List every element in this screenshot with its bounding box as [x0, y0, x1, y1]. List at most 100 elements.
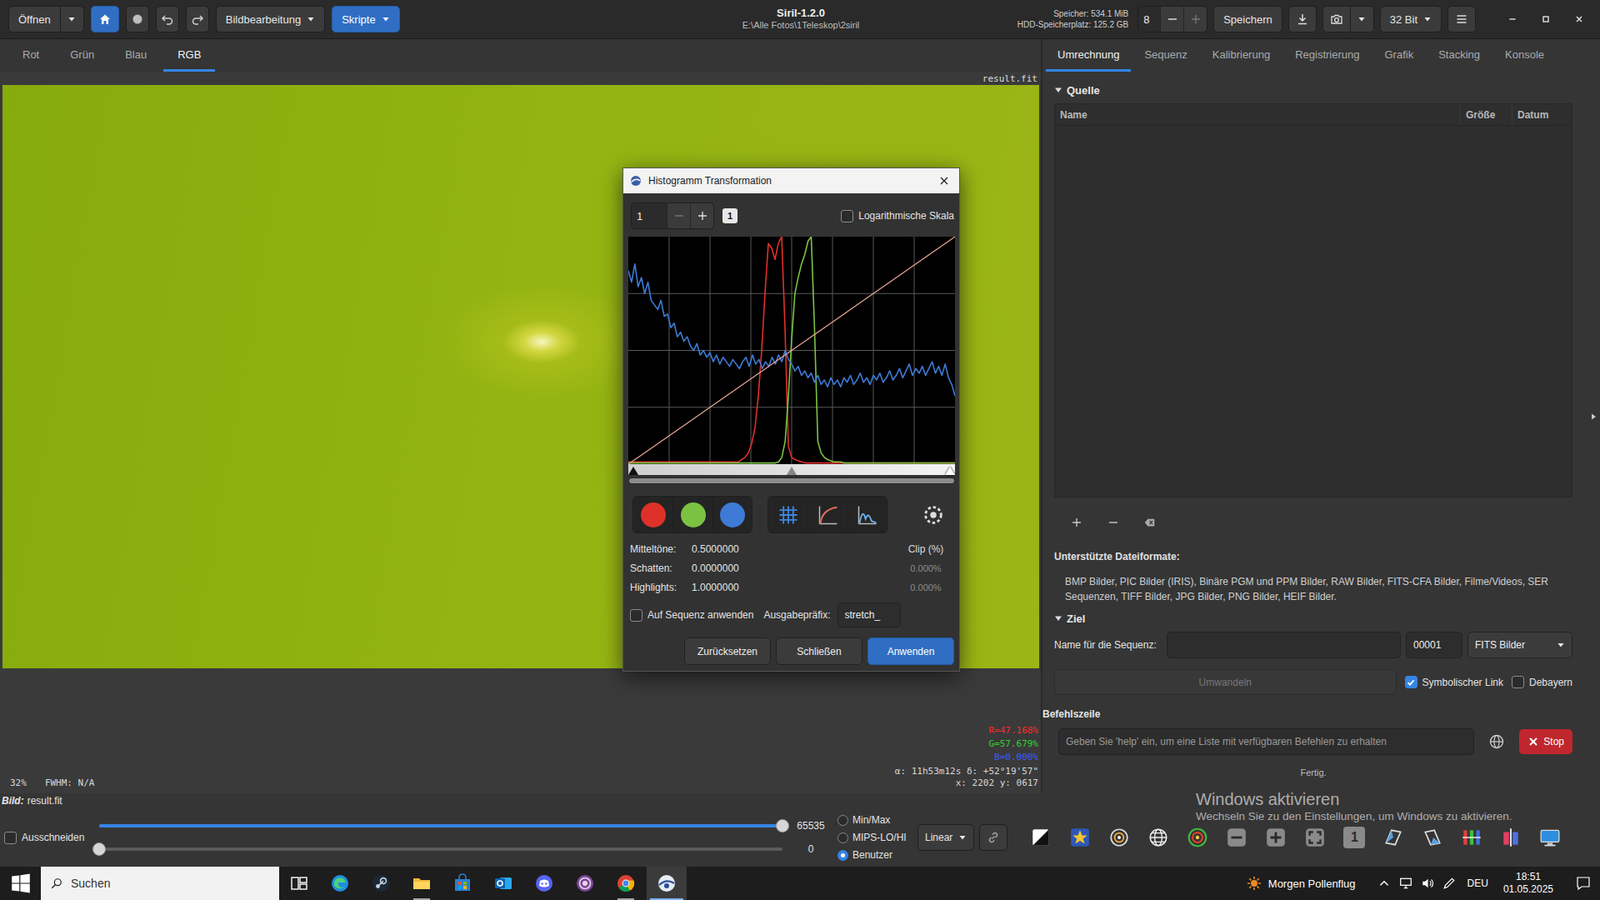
taskbar-search[interactable]: Suchen: [40, 866, 280, 900]
notification-button[interactable]: [1566, 866, 1600, 900]
dialog-button[interactable]: Anwenden: [867, 637, 955, 665]
slider-knob[interactable]: [775, 819, 790, 833]
input-language[interactable]: DEU: [1467, 877, 1489, 890]
zoom-increase-button[interactable]: [690, 203, 714, 229]
dialog-close-button[interactable]: [929, 168, 960, 194]
scale-mode-radio[interactable]: MIPS-LO/HI: [837, 830, 918, 845]
menu-button[interactable]: Bildbearbeitung: [215, 5, 325, 33]
view-tool-button[interactable]: [1417, 822, 1448, 853]
output-format-dropdown[interactable]: FITS Bilder: [1467, 631, 1573, 659]
panel-toggle[interactable]: [1586, 39, 1600, 794]
view-tool-button[interactable]: [1535, 822, 1565, 853]
home-button[interactable]: [90, 5, 120, 33]
view-tool-button[interactable]: [1260, 822, 1291, 853]
dialog-titlebar[interactable]: Histogramm Transformation: [623, 168, 960, 194]
scrollbar-thumb[interactable]: [629, 478, 955, 484]
histogram-toggle[interactable]: [847, 496, 887, 533]
panel-tab[interactable]: Registrierung: [1283, 39, 1371, 72]
view-tool-button[interactable]: [1143, 822, 1174, 853]
channel-toggle[interactable]: [633, 496, 673, 533]
cutoff-slider[interactable]: [99, 847, 783, 851]
midtones-handle[interactable]: [786, 466, 797, 475]
parameter-value[interactable]: 0.5000000: [691, 541, 903, 557]
scale-mode-radio[interactable]: Min/Max: [837, 813, 918, 827]
taskbar-app[interactable]: [279, 866, 320, 900]
channel-tab[interactable]: Grün: [55, 39, 109, 72]
column-header[interactable]: Größe: [1460, 104, 1512, 125]
channel-toggle[interactable]: [672, 496, 712, 533]
scale-dropdown[interactable]: Linear: [917, 824, 975, 851]
panel-tab[interactable]: Kalibrierung: [1200, 39, 1282, 72]
taskbar-app[interactable]: [524, 866, 565, 900]
scale-mode-radio[interactable]: Benutzer: [837, 848, 918, 862]
save-as-button[interactable]: [1288, 5, 1317, 33]
network-icon[interactable]: [1399, 876, 1413, 890]
taskbar-app[interactable]: [320, 866, 360, 900]
view-tool-button[interactable]: [1065, 822, 1095, 853]
pen-icon[interactable]: [1442, 876, 1456, 890]
chart-scrollbar[interactable]: [628, 477, 955, 485]
column-header[interactable]: Name: [1055, 104, 1460, 125]
command-input[interactable]: [1058, 728, 1475, 755]
column-header[interactable]: Datum: [1511, 104, 1572, 125]
view-tool-button[interactable]: [1300, 822, 1330, 853]
view-tool-button[interactable]: [1456, 822, 1487, 853]
parameter-value[interactable]: 0.0000000: [691, 560, 903, 576]
view-tool-button[interactable]: [1378, 822, 1409, 853]
apply-sequence-checkbox[interactable]: Auf Sequenz anwenden: [630, 609, 754, 622]
chevron-up-icon[interactable]: [1377, 876, 1391, 890]
close-button[interactable]: [1565, 5, 1594, 33]
dialog-button[interactable]: Zurücksetzen: [684, 637, 771, 665]
link-channels-button[interactable]: [979, 824, 1008, 851]
threads-increase-button[interactable]: [1183, 6, 1207, 32]
command-help-button[interactable]: [1482, 728, 1511, 755]
channel-toggle[interactable]: [712, 496, 752, 533]
stop-button[interactable]: Stop: [1519, 729, 1573, 755]
channel-tab[interactable]: Rot: [8, 39, 54, 72]
log-scale-checkbox[interactable]: Logarithmische Skala: [840, 210, 955, 223]
zoom-decrease-button[interactable]: [666, 203, 690, 229]
sequence-name-input[interactable]: [1166, 631, 1401, 659]
slider-knob[interactable]: [92, 842, 106, 856]
menu-button[interactable]: Skripte: [331, 5, 400, 33]
view-tool-button[interactable]: 1: [1339, 822, 1370, 853]
threads-input[interactable]: [1138, 6, 1160, 32]
cutoff-slider[interactable]: [99, 824, 783, 828]
taskbar-app[interactable]: [605, 866, 646, 900]
convert-button[interactable]: Umwandeln: [1054, 669, 1397, 695]
bit-depth-dropdown[interactable]: 32 Bit: [1380, 5, 1442, 33]
channel-tab[interactable]: RGB: [163, 39, 215, 72]
redo-button[interactable]: [185, 5, 210, 33]
start-index-input[interactable]: [1405, 631, 1463, 659]
taskbar-app[interactable]: [565, 866, 605, 900]
panel-tab[interactable]: Grafik: [1372, 39, 1425, 72]
source-section-header[interactable]: Quelle: [1054, 81, 1573, 99]
auto-stretch-button[interactable]: [917, 498, 950, 532]
view-tool-button[interactable]: [1025, 822, 1056, 853]
minimize-button[interactable]: [1498, 5, 1527, 33]
panel-tab[interactable]: Sequenz: [1132, 39, 1199, 72]
weather-widget[interactable]: Morgen Pollenflug: [1245, 875, 1356, 892]
clock[interactable]: 18:51 01.05.2025: [1503, 870, 1554, 896]
taskbar-app[interactable]: [646, 866, 687, 900]
zoom-reset-button[interactable]: 1: [722, 208, 738, 224]
crop-checkbox[interactable]: Ausschneiden: [4, 831, 100, 845]
maximize-button[interactable]: [1531, 5, 1560, 33]
snapshot-button[interactable]: [1322, 5, 1351, 33]
remove-files-button[interactable]: [1099, 509, 1128, 536]
curve-toggle[interactable]: [807, 496, 847, 533]
taskbar-app[interactable]: [442, 866, 483, 900]
view-tool-button[interactable]: [1104, 822, 1135, 853]
histogram-chart[interactable]: [628, 236, 955, 465]
channel-tab[interactable]: Blau: [110, 39, 161, 72]
taskbar-app[interactable]: [360, 866, 401, 900]
snapshot-menu-button[interactable]: [1350, 5, 1375, 33]
volume-icon[interactable]: [1420, 876, 1435, 890]
panel-tab[interactable]: Umrechnung: [1045, 39, 1131, 72]
clear-files-button[interactable]: [1135, 509, 1165, 536]
option-checkbox[interactable]: Symbolischer Link: [1405, 675, 1504, 689]
recent-files-button[interactable]: [60, 5, 85, 33]
zoom-input[interactable]: [631, 203, 667, 229]
target-section-header[interactable]: Ziel: [1054, 610, 1573, 627]
view-tool-button[interactable]: [1182, 822, 1213, 853]
